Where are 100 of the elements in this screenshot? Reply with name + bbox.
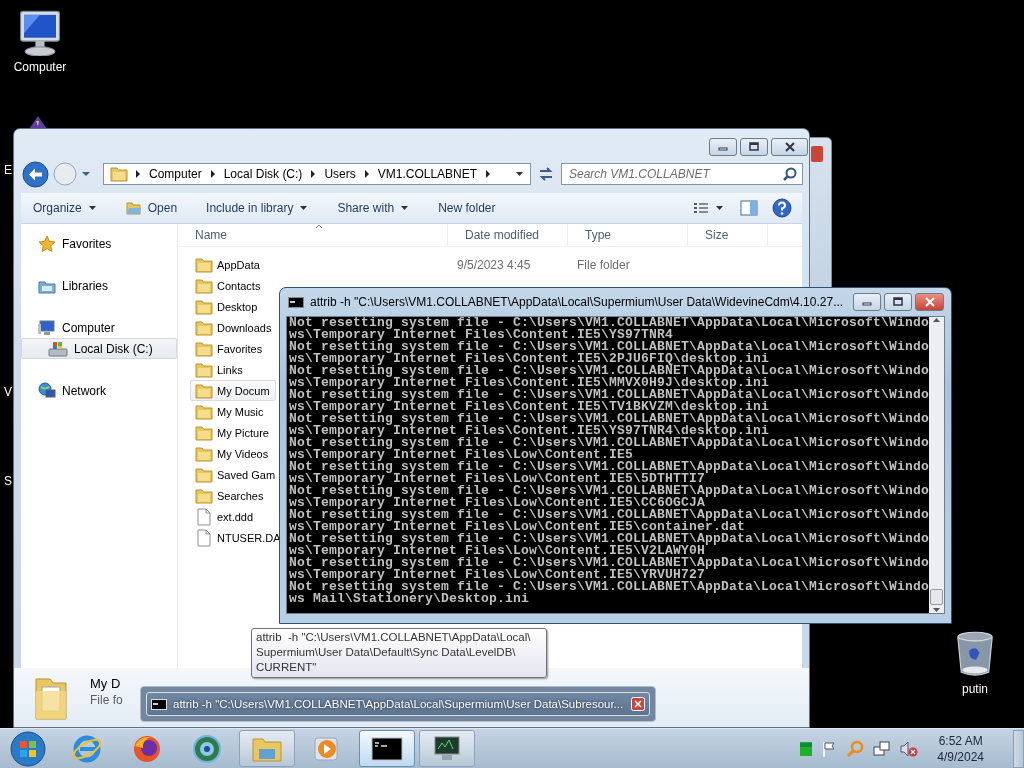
breadcrumb-item[interactable]: VM1.COLLABNET (376, 167, 479, 181)
folder-icon (195, 486, 213, 505)
dropdown-button[interactable] (81, 170, 91, 178)
file-name: Searches (217, 489, 264, 502)
taskbar-preview[interactable]: attrib -h "C:\Users\VM1.COLLABNET\AppData\Local\Supermium\User Data\Subresour... (146, 692, 650, 716)
file-name: My Music (217, 405, 264, 418)
console-line: ws\Temporary Internet Files\Low\Content.IE5\V2LAWY0H (289, 545, 706, 557)
maximize-button[interactable] (740, 138, 768, 156)
maximize-button[interactable] (884, 293, 912, 311)
back-button[interactable] (22, 160, 49, 188)
console-line: ws\Temporary Internet Files\Low\Content.IE5\5DTHTTI7 (289, 473, 706, 485)
drive-icon (48, 339, 68, 358)
file-row[interactable]: My Docum (190, 380, 276, 401)
scrollbar-thumb[interactable] (930, 589, 943, 605)
speaker-muted-icon[interactable] (900, 740, 919, 757)
file-row[interactable]: Searches (190, 485, 276, 506)
console-line: Not resetting system file - C:\Users\VM1.COLLABNET\AppData\Local\Microsoft\Windo (289, 509, 929, 521)
file-row[interactable]: Favorites (190, 338, 276, 359)
caret-icon (87, 205, 97, 211)
help-icon[interactable] (772, 198, 792, 218)
file-row[interactable]: My Music (190, 401, 276, 422)
navigation-item[interactable]: Computer (21, 317, 177, 338)
folder-icon (195, 423, 213, 442)
file-name: NTUSER.DA (217, 531, 281, 544)
toolbar-button[interactable]: New folder (436, 199, 498, 217)
navigation-item[interactable]: Favorites (21, 233, 177, 254)
clock-time[interactable]: 6:52 AM (938, 732, 983, 749)
caret-icon (715, 205, 724, 211)
console-line: ws\Temporary Internet Files\Low\Content.IE5\container.dat (289, 521, 746, 533)
folder-icon (195, 402, 213, 421)
globe-icon (192, 733, 222, 764)
navigation-item[interactable]: Network (21, 380, 177, 401)
taskbar-button[interactable] (359, 730, 415, 767)
console-line: Not resetting system file - C:\Users\VM1.COLLABNET\AppData\Local\Microsoft\Windo (289, 389, 929, 401)
minimize-button[interactable] (709, 138, 737, 156)
file-row[interactable]: Desktop (190, 296, 276, 317)
clock-date[interactable]: 4/9/2024 (937, 748, 984, 765)
close-icon (923, 297, 936, 307)
scrollbar[interactable] (929, 317, 944, 613)
column-header[interactable]: Size (688, 224, 768, 246)
minimize-button[interactable] (853, 293, 881, 311)
address-bar[interactable]: Computer Local Disk (C:) Users VM1.COLLABNET (103, 163, 531, 185)
file-row[interactable]: AppData 9/5/2023 4:45 File folder (190, 254, 631, 275)
toolbar-button[interactable]: Organize (31, 199, 99, 217)
column-header[interactable]: Type (568, 224, 688, 246)
close-button[interactable] (771, 138, 808, 156)
breadcrumb-arrow-icon (134, 169, 142, 179)
toolbar-button[interactable]: Open (123, 198, 180, 218)
item-type: File fo (90, 693, 123, 707)
caret-icon (515, 171, 524, 177)
search-icon (783, 167, 797, 181)
console-line: ws\Temporary Internet Files\Content.IE5\MMVX0H9J\desktop.ini (289, 377, 770, 389)
tooltip-text: attrib -h "C:\Users\VM1.COLLABNET\AppData\Local\ Supermium\User Data\Default\Sync Data\LevelDB\ CURRENT" (256, 630, 532, 675)
file-row[interactable]: My Picture (190, 422, 276, 443)
file-row[interactable]: My Videos (190, 443, 276, 464)
navigation-item[interactable]: Libraries (21, 275, 177, 296)
status-square-icon[interactable] (800, 741, 813, 756)
console-line: ws\Temporary Internet Files\Content.IE5\YS97TNR4 (289, 329, 674, 341)
console-line: Not resetting system file - C:\Users\VM1.COLLABNET\AppData\Local\Microsoft\Windo (289, 365, 929, 377)
taskbar-button[interactable] (419, 730, 475, 767)
start-button[interactable] (8, 730, 48, 767)
console-line: Not resetting system file - C:\Users\VM1.COLLABNET\AppData\Local\Microsoft\Windo (289, 437, 929, 449)
file-row[interactable]: Links (190, 359, 276, 380)
file-row[interactable]: Downloads (190, 317, 276, 338)
file-row[interactable]: ext.ddd (190, 506, 276, 527)
file-row[interactable]: Saved Gam (190, 464, 276, 485)
folder-icon (195, 339, 213, 358)
item-name: My D (90, 676, 122, 691)
browser-e-icon (72, 733, 102, 764)
search-field[interactable]: Search VM1.COLLABNET (561, 163, 803, 185)
breadcrumb-item[interactable]: Computer (148, 167, 203, 181)
file-row[interactable]: Contacts (190, 275, 276, 296)
toolbar-button[interactable]: Share with (335, 199, 412, 217)
caret-icon (400, 205, 410, 211)
close-button[interactable] (915, 293, 944, 311)
close-icon (783, 142, 796, 152)
flag-icon[interactable] (821, 740, 838, 757)
console-line: ws Mail\Stationery\Desktop.ini (289, 593, 530, 605)
sort-caret-icon (315, 224, 323, 229)
breadcrumb-item[interactable]: Local Disk (C:) (222, 167, 304, 181)
network-icon (38, 381, 56, 400)
scroll-down-icon (932, 607, 941, 613)
breadcrumb-arrow-icon (309, 169, 318, 179)
star-icon (38, 234, 56, 253)
windows-logo-icon (9, 729, 47, 768)
folder-icon (195, 276, 213, 295)
icon-label: E (4, 163, 12, 177)
icon-label: S (4, 474, 12, 488)
column-header[interactable]: Name (178, 224, 448, 246)
toolbar-button[interactable]: Include in library (204, 199, 311, 217)
date-modified: 9/5/2023 4:45 (457, 257, 532, 272)
console-line: ws\Temporary Internet Files\Content.IE5\2PJU6FIQ\desktop.ini (289, 353, 770, 365)
play-icon (313, 734, 341, 763)
column-header[interactable]: Date modified (448, 224, 568, 246)
navigation-item[interactable]: Local Disk (C:) (21, 338, 177, 359)
window-title: attrib -h "C:\Users\VM1.COLLABNET\AppData\Local\Supermium\User Data\WidevineCdm\4.10.27... (310, 295, 845, 309)
network-icon[interactable] (873, 740, 892, 757)
console-line: ws\Temporary Internet Files\Low\Content.IE5\YRVUH727 (289, 569, 706, 581)
console-line: Not resetting system file - C:\Users\VM1.COLLABNET\AppData\Local\Microsoft\Windo (289, 581, 929, 593)
breadcrumb-item[interactable]: Users (323, 167, 357, 181)
